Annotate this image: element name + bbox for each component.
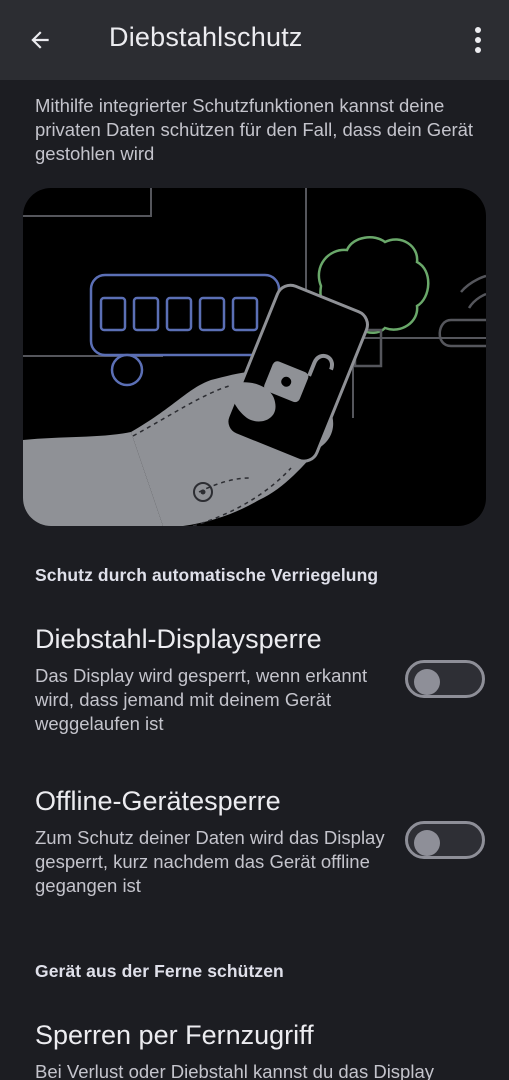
theft-protection-illustration xyxy=(23,188,486,526)
app-bar: Diebstahlschutz xyxy=(0,0,509,80)
setting-title: Sperren per Fernzugriff xyxy=(35,1020,314,1050)
theft-lock-toggle[interactable] xyxy=(405,660,485,698)
illustration-graphic xyxy=(23,188,486,526)
back-button[interactable] xyxy=(18,18,62,62)
setting-description: Das Display wird gesperrt, wenn erkannt … xyxy=(35,665,368,734)
setting-description: Bei Verlust oder Diebstahl kannst du das… xyxy=(35,1061,434,1080)
toggle-knob xyxy=(414,669,440,695)
offline-lock-toggle[interactable] xyxy=(405,821,485,859)
setting-title: Offline-Gerätesperre xyxy=(35,786,281,816)
setting-theft-lock[interactable]: Diebstahl-Displaysperre Das Display wird… xyxy=(0,624,509,744)
toggle-knob xyxy=(414,830,440,856)
setting-title: Diebstahl-Displaysperre xyxy=(35,624,322,654)
intro-text: Mithilfe integrierter Schutzfunktionen k… xyxy=(35,95,474,164)
setting-description: Zum Schutz deiner Daten wird das Display… xyxy=(35,827,385,896)
more-vert-icon xyxy=(475,27,481,53)
arrow-back-icon xyxy=(31,31,49,49)
section-header-auto-lock: Schutz durch automatische Verriegelung xyxy=(35,565,379,585)
page-title: Diebstahlschutz xyxy=(109,22,303,52)
section-header-remote: Gerät aus der Ferne schützen xyxy=(35,961,284,981)
setting-offline-lock[interactable]: Offline-Gerätesperre Zum Schutz deiner D… xyxy=(0,786,509,906)
setting-remote-lock[interactable]: Sperren per Fernzugriff Bei Verlust oder… xyxy=(0,1020,509,1080)
more-options-button[interactable] xyxy=(458,18,498,62)
